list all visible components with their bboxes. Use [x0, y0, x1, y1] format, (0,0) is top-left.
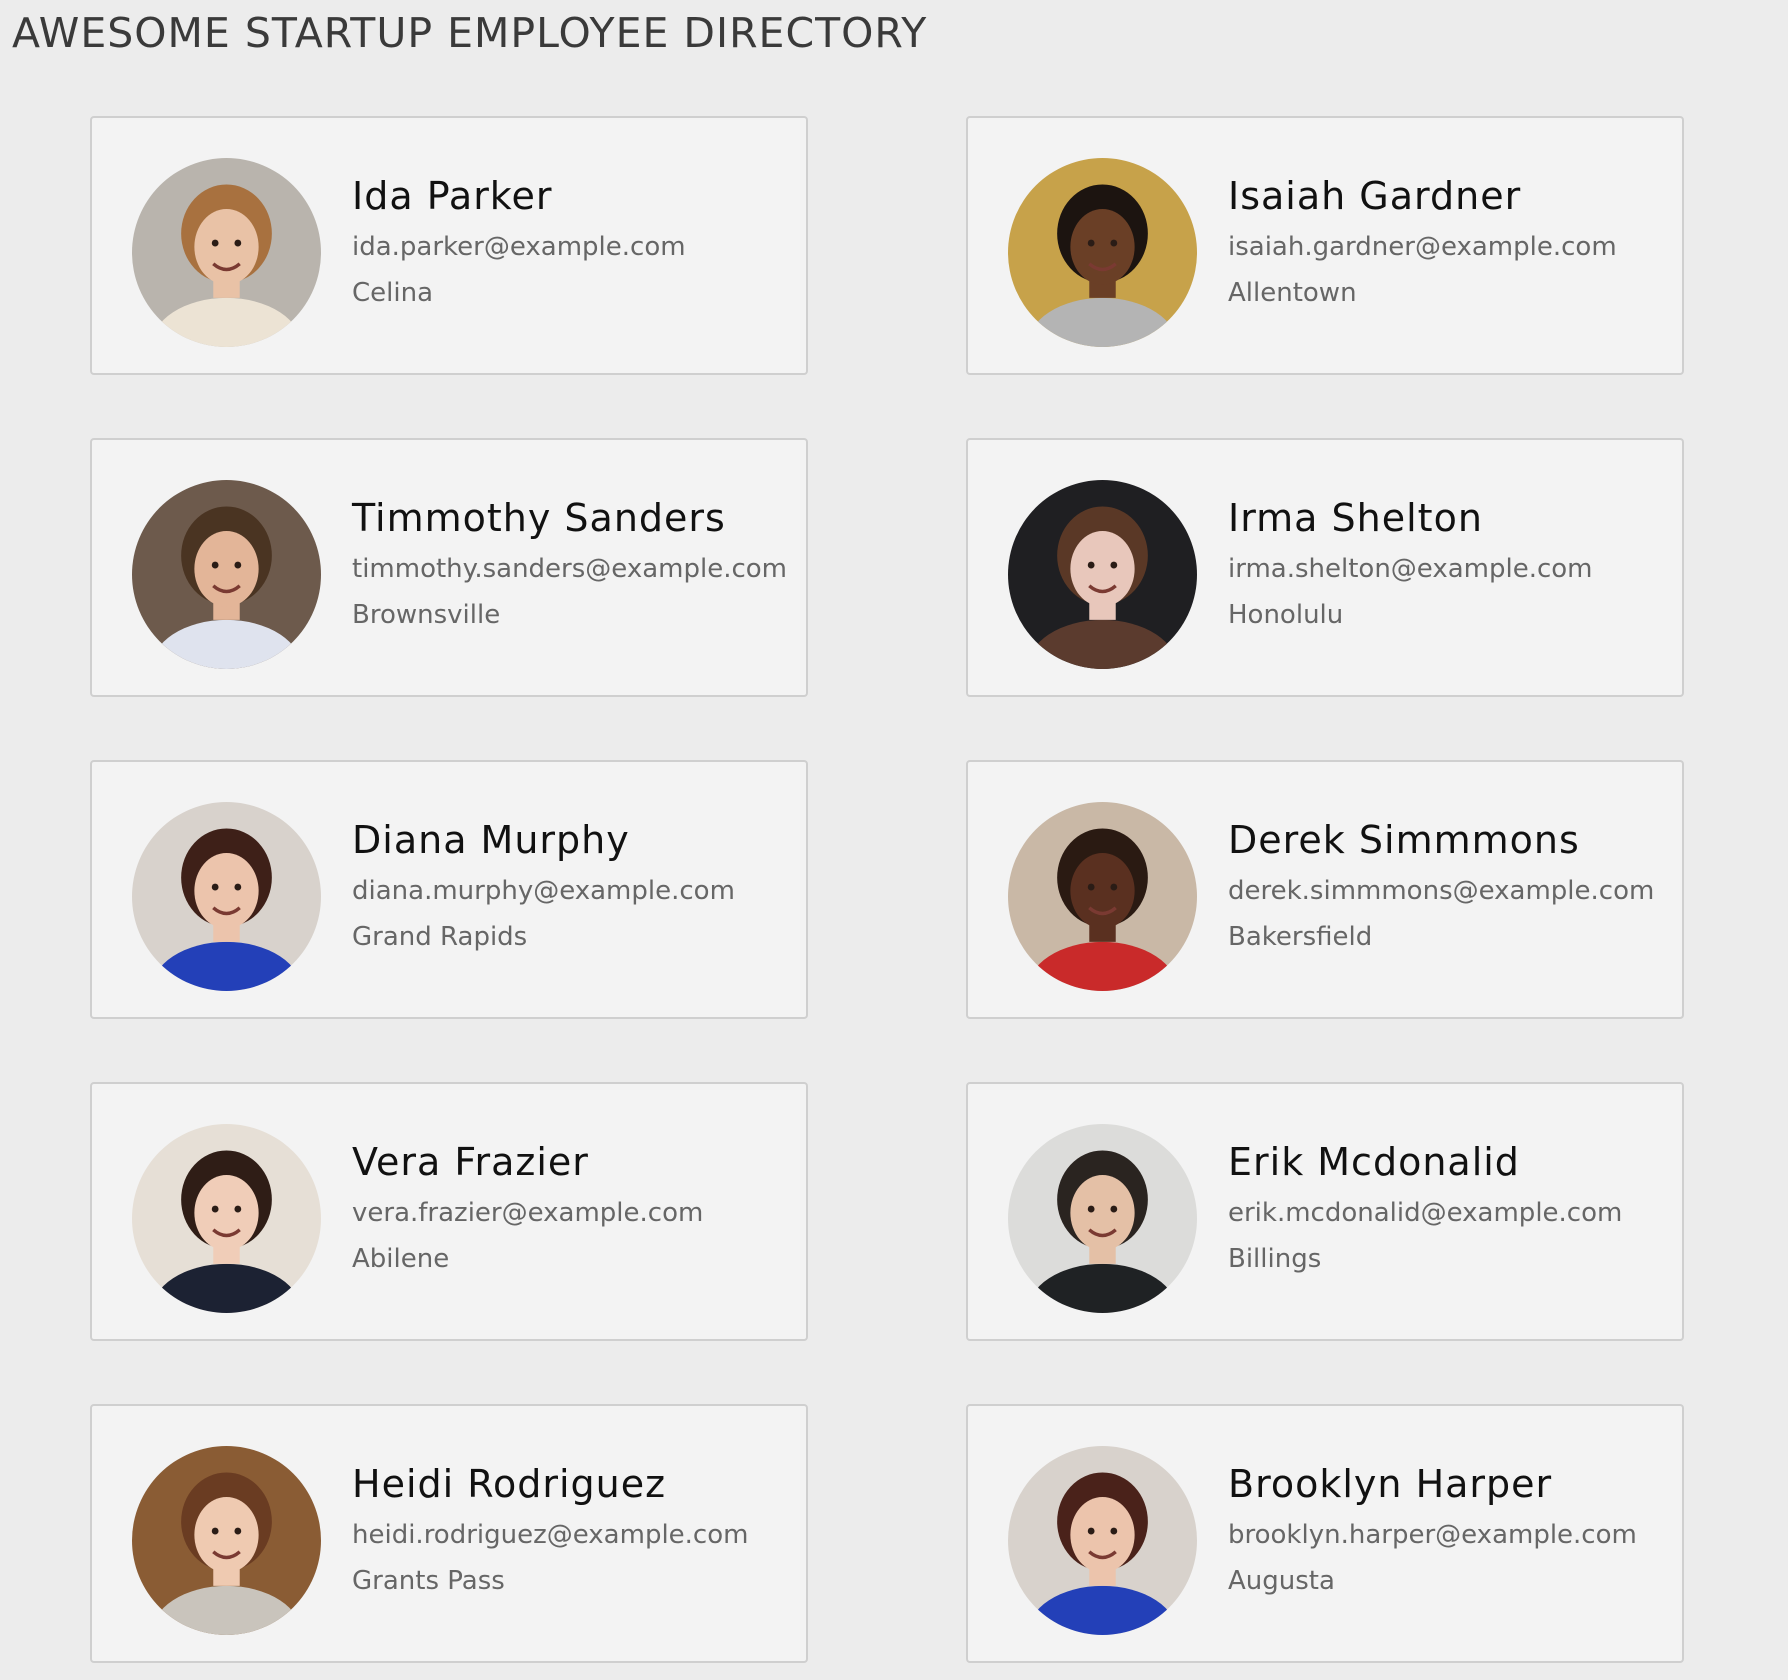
employee-city: Grand Rapids: [352, 922, 528, 952]
employee-info: Vera Frazier vera.frazier@example.com Abil…: [352, 1138, 796, 1276]
avatar: [132, 1446, 321, 1635]
employee-city: Celina: [352, 278, 434, 308]
employee-info: Timmothy Sanders timmothy.sanders@example…: [352, 494, 796, 632]
avatar: [1008, 158, 1197, 347]
employee-info: Isaiah Gardner isaiah.gardner@example.com…: [1228, 172, 1672, 310]
avatar: [1008, 1446, 1197, 1635]
employee-city: Allentown: [1228, 278, 1357, 308]
avatar: [132, 480, 321, 669]
employee-name: Derek Simmmons: [1228, 818, 1580, 862]
employee-card[interactable]: Erik Mcdonalid erik.mcdonalid@example.com…: [966, 1082, 1684, 1341]
profile-photo: [132, 1124, 321, 1313]
employee-email[interactable]: brooklyn.harper@example.com: [1228, 1518, 1672, 1552]
employee-card[interactable]: Isaiah Gardner isaiah.gardner@example.com…: [966, 116, 1684, 375]
employee-card[interactable]: Brooklyn Harper brooklyn.harper@example.c…: [966, 1404, 1684, 1663]
employee-email[interactable]: irma.shelton@example.com: [1228, 552, 1672, 586]
employee-info: Ida Parker ida.parker@example.com Celina: [352, 172, 796, 310]
employee-name: Irma Shelton: [1228, 496, 1483, 540]
profile-photo: [132, 158, 321, 347]
employee-card[interactable]: Irma Shelton irma.shelton@example.com Hono…: [966, 438, 1684, 697]
employee-info: Erik Mcdonalid erik.mcdonalid@example.com…: [1228, 1138, 1672, 1276]
employee-card[interactable]: Vera Frazier vera.frazier@example.com Abil…: [90, 1082, 808, 1341]
employee-info: Derek Simmmons derek.simmmons@example.com…: [1228, 816, 1672, 954]
profile-photo: [132, 480, 321, 669]
employee-card[interactable]: Heidi Rodriguez heidi.rodriguez@example.c…: [90, 1404, 808, 1663]
employee-info: Heidi Rodriguez heidi.rodriguez@example.c…: [352, 1460, 796, 1598]
avatar: [1008, 802, 1197, 991]
employee-email[interactable]: derek.simmmons@example.com: [1228, 874, 1672, 908]
employee-info: Brooklyn Harper brooklyn.harper@example.c…: [1228, 1460, 1672, 1598]
employee-card[interactable]: Derek Simmmons derek.simmmons@example.com…: [966, 760, 1684, 1019]
employee-email[interactable]: timmothy.sanders@example.com: [352, 552, 796, 586]
employee-name: Heidi Rodriguez: [352, 1462, 667, 1506]
employee-email[interactable]: ida.parker@example.com: [352, 230, 796, 264]
employee-email[interactable]: heidi.rodriguez@example.com: [352, 1518, 796, 1552]
employee-name: Diana Murphy: [352, 818, 630, 862]
page-title: AWESOME STARTUP EMPLOYEE DIRECTORY: [12, 9, 928, 57]
employee-info: Irma Shelton irma.shelton@example.com Hono…: [1228, 494, 1672, 632]
employee-city: Brownsville: [352, 600, 501, 630]
avatar: [1008, 1124, 1197, 1313]
profile-photo: [1008, 158, 1197, 347]
profile-photo: [132, 802, 321, 991]
employee-name: Brooklyn Harper: [1228, 1462, 1553, 1506]
profile-photo: [132, 1446, 321, 1635]
employee-city: Honolulu: [1228, 600, 1344, 630]
avatar: [132, 158, 321, 347]
avatar: [132, 1124, 321, 1313]
employee-card[interactable]: Ida Parker ida.parker@example.com Celina: [90, 116, 808, 375]
employee-city: Grants Pass: [352, 1566, 505, 1596]
employee-city: Abilene: [352, 1244, 450, 1274]
employee-email[interactable]: erik.mcdonalid@example.com: [1228, 1196, 1672, 1230]
employee-email[interactable]: vera.frazier@example.com: [352, 1196, 796, 1230]
employee-city: Augusta: [1228, 1566, 1335, 1596]
avatar: [132, 802, 321, 991]
profile-photo: [1008, 1446, 1197, 1635]
employee-info: Diana Murphy diana.murphy@example.com Gran…: [352, 816, 796, 954]
employee-email[interactable]: isaiah.gardner@example.com: [1228, 230, 1672, 264]
employee-city: Billings: [1228, 1244, 1322, 1274]
profile-photo: [1008, 480, 1197, 669]
employee-name: Vera Frazier: [352, 1140, 589, 1184]
avatar: [1008, 480, 1197, 669]
profile-photo: [1008, 802, 1197, 991]
employee-name: Erik Mcdonalid: [1228, 1140, 1520, 1184]
employee-name: Ida Parker: [352, 174, 553, 218]
employee-card[interactable]: Diana Murphy diana.murphy@example.com Gran…: [90, 760, 808, 1019]
employee-email[interactable]: diana.murphy@example.com: [352, 874, 796, 908]
employee-card[interactable]: Timmothy Sanders timmothy.sanders@example…: [90, 438, 808, 697]
employee-city: Bakersfield: [1228, 922, 1373, 952]
employee-name: Timmothy Sanders: [352, 496, 726, 540]
profile-photo: [1008, 1124, 1197, 1313]
employee-name: Isaiah Gardner: [1228, 174, 1522, 218]
